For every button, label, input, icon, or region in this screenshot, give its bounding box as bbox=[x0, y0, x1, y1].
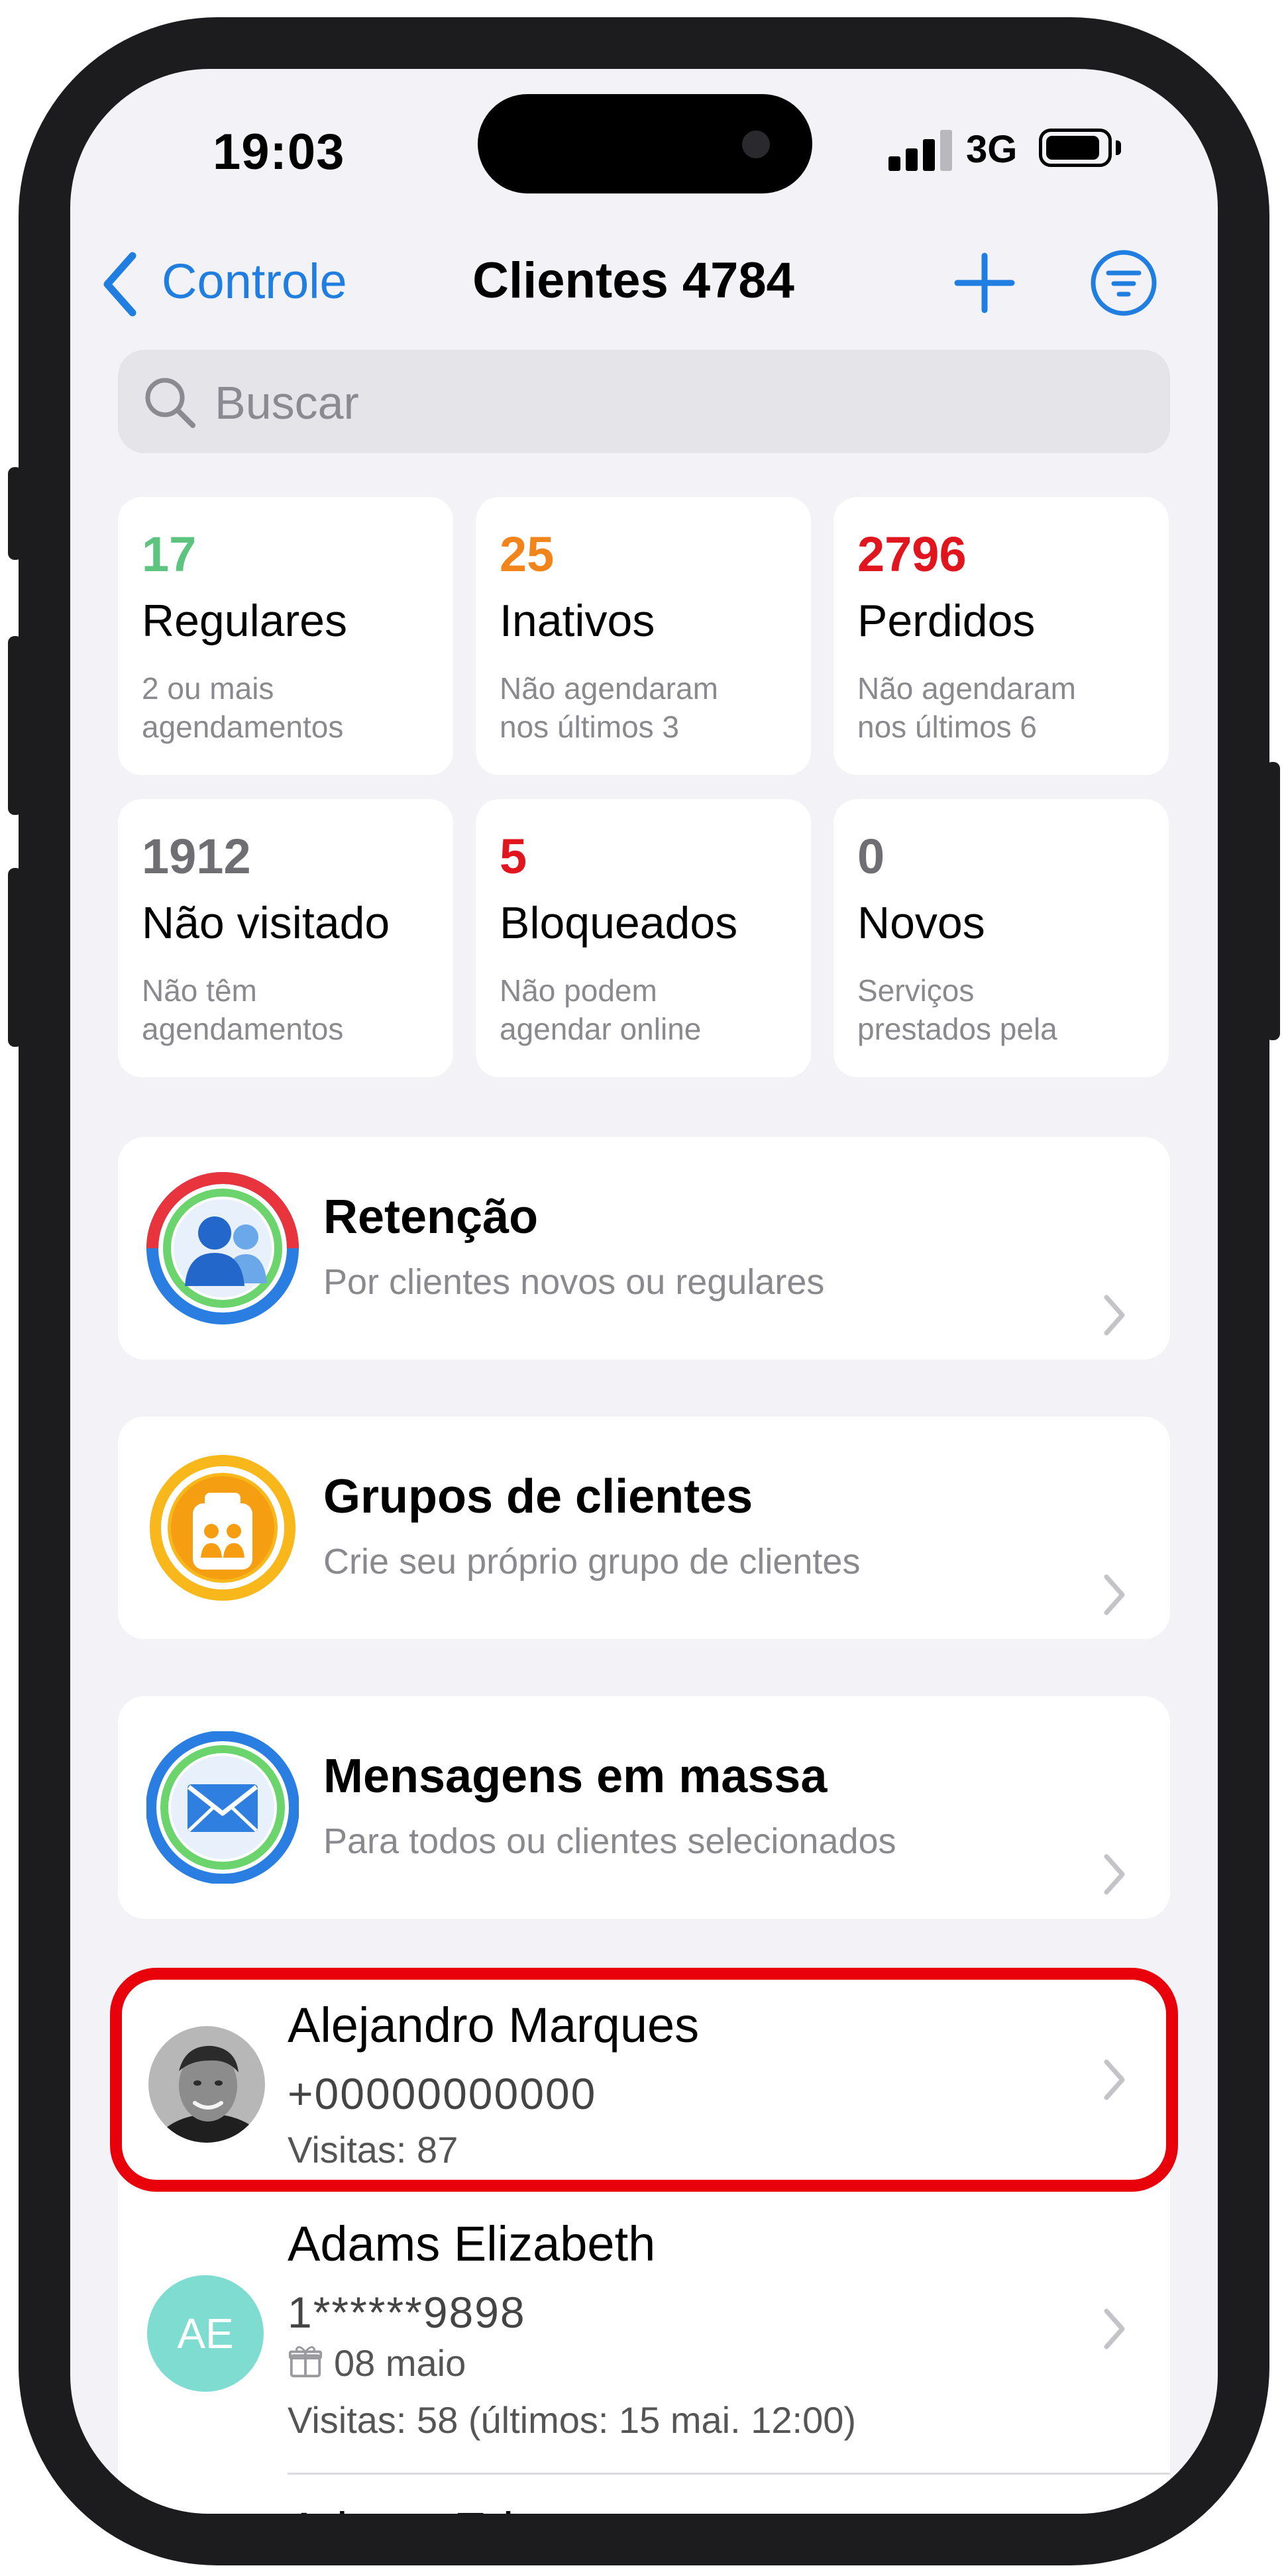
client-name: Adams Elizabeth bbox=[288, 2216, 656, 2271]
gift-icon bbox=[288, 2346, 323, 2378]
stat-title: Perdidos bbox=[857, 596, 1036, 646]
stat-card-bloqueados[interactable]: 5 Bloqueados Não podem agendar online bbox=[476, 799, 811, 1077]
client-groups-subtitle: Crie seu próprio grupo de clientes bbox=[323, 1542, 861, 1582]
client-name: Alejandro Marques bbox=[288, 1998, 700, 2053]
back-button[interactable]: Controle bbox=[162, 253, 347, 309]
client-phone: +00000000000 bbox=[288, 2069, 597, 2118]
client-visits: Visitas: 87 bbox=[288, 2129, 458, 2171]
stat-desc: Não podem agendar online bbox=[500, 971, 701, 1048]
stat-desc-line: Não agendaram bbox=[857, 671, 1076, 706]
stat-count: 25 bbox=[500, 527, 555, 582]
stat-count: 2796 bbox=[857, 527, 967, 582]
stat-desc-line: nos últimos 6 bbox=[857, 710, 1038, 744]
page-title: Clientes 4784 bbox=[472, 252, 794, 309]
search-icon bbox=[145, 378, 195, 428]
stat-title: Novos bbox=[857, 898, 985, 948]
volume-up-button bbox=[8, 636, 23, 815]
chevron-right-icon bbox=[1104, 1854, 1125, 1895]
stat-desc: 2 ou mais agendamentos bbox=[142, 669, 343, 746]
stat-count: 17 bbox=[142, 527, 197, 582]
stat-title: Não visitado bbox=[142, 898, 390, 948]
mass-message-envelope-icon bbox=[146, 1731, 299, 1884]
stat-desc-line: agendamentos bbox=[142, 710, 344, 744]
stat-count: 1912 bbox=[142, 829, 251, 884]
stat-desc-line: agendamentos bbox=[142, 1012, 344, 1046]
stat-desc-line: Não podem bbox=[500, 973, 657, 1008]
client-name[interactable]: Adams Erin bbox=[288, 2502, 541, 2514]
battery-icon bbox=[1039, 129, 1112, 167]
client-groups-icon bbox=[150, 1455, 295, 1601]
stat-card-nao-visitado[interactable]: 1912 Não visitado Não têm agendamentos bbox=[118, 799, 453, 1077]
stat-desc: Não têm agendamentos bbox=[142, 971, 343, 1048]
client-groups-title: Grupos de clientes bbox=[323, 1470, 753, 1523]
chevron-right-icon bbox=[1104, 1295, 1125, 1336]
retention-subtitle: Por clientes novos ou regulares bbox=[323, 1262, 825, 1302]
camera-icon bbox=[742, 131, 770, 158]
stat-title: Bloqueados bbox=[500, 898, 738, 948]
add-client-icon[interactable] bbox=[948, 246, 1021, 319]
stat-count: 0 bbox=[857, 829, 885, 884]
signal-icon bbox=[888, 130, 955, 171]
chevron-right-icon bbox=[1104, 2059, 1125, 2100]
client-birthday: 08 maio bbox=[334, 2342, 466, 2384]
status-time: 19:03 bbox=[213, 124, 345, 180]
screen: 19:03 3G Controle Clientes 4784 17 Regul… bbox=[70, 69, 1218, 2514]
retention-title: Retenção bbox=[323, 1191, 539, 1244]
stat-count: 5 bbox=[500, 829, 527, 884]
stat-desc: Serviços prestados pela bbox=[857, 971, 1057, 1048]
back-chevron-icon[interactable] bbox=[97, 248, 143, 321]
retention-users-icon bbox=[146, 1172, 299, 1324]
stat-desc-line: Não têm bbox=[142, 973, 257, 1008]
client-phone: 1******9898 bbox=[288, 2288, 526, 2337]
stat-card-novos[interactable]: 0 Novos Serviços prestados pela bbox=[833, 799, 1169, 1077]
stat-desc-line: Serviços bbox=[857, 973, 975, 1008]
mass-messages-title: Mensagens em massa bbox=[323, 1750, 828, 1803]
stat-desc-line: nos últimos 3 bbox=[500, 710, 680, 744]
filter-icon[interactable] bbox=[1087, 246, 1160, 319]
stat-title: Regulares bbox=[142, 596, 347, 646]
volume-down-button bbox=[8, 868, 23, 1047]
stat-card-perdidos[interactable]: 2796 Perdidos Não agendaram nos últimos … bbox=[833, 497, 1169, 775]
stat-desc-line: Não agendaram bbox=[500, 671, 718, 706]
stat-card-inativos[interactable]: 25 Inativos Não agendaram nos últimos 3 bbox=[476, 497, 811, 775]
network-type: 3G bbox=[966, 128, 1018, 171]
stat-desc-line: 2 ou mais bbox=[142, 671, 274, 706]
stat-desc-line: prestados pela bbox=[857, 1012, 1057, 1046]
stat-desc: Não agendaram nos últimos 3 bbox=[500, 669, 718, 746]
mass-messages-subtitle: Para todos ou clientes selecionados bbox=[323, 1821, 896, 1861]
avatar-photo bbox=[148, 2026, 265, 2143]
action-button bbox=[8, 467, 23, 560]
stat-desc: Não agendaram nos últimos 6 bbox=[857, 669, 1076, 746]
power-button bbox=[1265, 762, 1280, 1040]
chevron-right-icon bbox=[1104, 1574, 1125, 1615]
client-visits: Visitas: 58 (últimos: 15 mai. 12:00) bbox=[288, 2399, 857, 2441]
battery-tip bbox=[1116, 140, 1121, 155]
stat-desc-line: agendar online bbox=[500, 1012, 702, 1046]
stat-card-regulares[interactable]: 17 Regulares 2 ou mais agendamentos bbox=[118, 497, 453, 775]
avatar-initials: AE bbox=[147, 2275, 264, 2392]
stat-title: Inativos bbox=[500, 596, 655, 646]
search-input[interactable] bbox=[213, 372, 1144, 433]
chevron-right-icon bbox=[1104, 2308, 1125, 2349]
row-divider bbox=[288, 2473, 1170, 2475]
